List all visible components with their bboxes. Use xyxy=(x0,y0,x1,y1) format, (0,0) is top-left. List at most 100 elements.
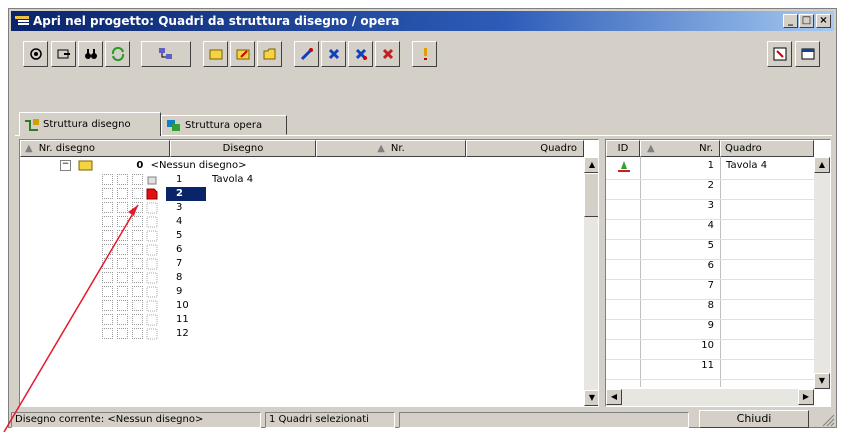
tree-row[interactable]: 11 xyxy=(20,313,580,327)
placeholder-box xyxy=(102,328,113,339)
right-horizontal-scrollbar[interactable]: ◀ ▶ xyxy=(606,389,814,406)
tree-row[interactable]: 3 xyxy=(20,201,580,215)
column-header-id[interactable]: ID xyxy=(606,140,640,157)
scroll-up-button[interactable]: ▲ xyxy=(584,157,598,173)
quadro-row[interactable]: 11 xyxy=(606,359,814,380)
quadro-row[interactable]: 7 xyxy=(606,279,814,300)
tab-struttura-disegno[interactable]: Struttura disegno xyxy=(19,112,161,136)
tree-row-nr: 8 xyxy=(176,272,183,283)
tab-label: Struttura opera xyxy=(185,119,263,131)
quadro-row[interactable]: 8 xyxy=(606,299,814,320)
tree-row-nr: 10 xyxy=(176,300,189,311)
tree-row[interactable]: 9 xyxy=(20,285,580,299)
placeholder-box xyxy=(102,216,113,227)
drawing-placeholder-icon xyxy=(146,258,158,270)
placeholder-box xyxy=(117,188,128,199)
toolbar-button-15[interactable] xyxy=(795,41,820,67)
tree-row[interactable]: 7 xyxy=(20,257,580,271)
tree-row[interactable]: 6 xyxy=(20,243,580,257)
status-empty xyxy=(399,412,689,428)
scroll-right-button[interactable]: ▶ xyxy=(798,389,814,405)
toolbar-button-8[interactable] xyxy=(257,41,282,67)
column-header-nr[interactable]: ▲ Nr. xyxy=(640,140,720,157)
toolbar-button-12[interactable] xyxy=(375,41,400,67)
left-vertical-scrollbar[interactable]: ▲ ▼ xyxy=(584,157,598,406)
resize-grip-icon[interactable] xyxy=(821,413,835,427)
column-header-nr-disegno[interactable]: ▲ Nr. disegno xyxy=(20,140,170,157)
toolbar-button-13[interactable] xyxy=(412,41,437,67)
toolbar-button-14[interactable] xyxy=(767,41,792,67)
placeholder-box xyxy=(117,174,128,185)
tree-row[interactable]: 10 xyxy=(20,299,580,313)
toolbar-button-5[interactable] xyxy=(141,41,191,67)
minimize-button[interactable]: _ xyxy=(783,14,798,28)
placeholder-box xyxy=(132,188,143,199)
toolbar-button-10[interactable] xyxy=(321,41,346,67)
quadro-row[interactable]: 5 xyxy=(606,239,814,260)
drawing-placeholder-icon xyxy=(146,286,158,298)
close-button[interactable]: Chiudi xyxy=(699,410,809,428)
binoculars-icon xyxy=(84,49,97,59)
tree-root-row[interactable]: − 0 <Nessun disegno> xyxy=(60,159,247,173)
toolbar-button-1[interactable] xyxy=(23,41,48,67)
toolbar-button-11[interactable] xyxy=(348,41,373,67)
toolbar-button-4[interactable] xyxy=(105,41,130,67)
status-current-drawing: Disegno corrente: <Nessun disegno> xyxy=(11,412,261,428)
refresh-icon xyxy=(111,46,124,62)
drawing-placeholder-icon xyxy=(146,216,158,228)
toolbar-button-3[interactable] xyxy=(78,41,103,67)
right-vertical-scrollbar[interactable]: ▲ ▼ xyxy=(814,157,830,389)
quadro-row-nr: 7 xyxy=(707,280,714,291)
quadro-row[interactable]: 10 xyxy=(606,339,814,360)
tree-row-nr: 11 xyxy=(176,314,189,325)
tree-row[interactable]: 4 xyxy=(20,215,580,229)
quadro-row[interactable]: 1 Tavola 4 xyxy=(606,159,814,180)
tree-row[interactable]: 5 xyxy=(20,229,580,243)
tree-row[interactable]: 12 xyxy=(20,327,580,341)
window-icon xyxy=(801,48,814,60)
app-icon xyxy=(15,16,29,25)
column-header-quadro[interactable]: Quadro xyxy=(466,140,584,157)
close-window-button[interactable]: × xyxy=(816,14,831,28)
column-header-disegno[interactable]: Disegno xyxy=(170,140,316,157)
collapse-icon[interactable]: − xyxy=(60,159,71,171)
structure-icon xyxy=(159,48,172,59)
tree-row-nr: 4 xyxy=(176,216,183,227)
quadro-row[interactable]: 3 xyxy=(606,199,814,220)
open-settings-icon xyxy=(29,48,42,60)
placeholder-box xyxy=(102,272,113,283)
tree-row[interactable]: 1 Tavola 4 xyxy=(20,173,580,187)
toolbar-button-9[interactable] xyxy=(294,41,319,67)
tree-row[interactable]: 8 xyxy=(20,271,580,285)
tab-struttura-opera[interactable]: Struttura opera xyxy=(161,115,287,135)
toolbar-button-7[interactable] xyxy=(230,41,255,67)
quadro-row-nr: 5 xyxy=(707,240,714,251)
quadro-row[interactable]: 9 xyxy=(606,319,814,340)
column-header-nr[interactable]: ▲ Nr. xyxy=(316,140,466,157)
tree-row[interactable]: 2 xyxy=(20,187,580,201)
scroll-down-button[interactable]: ▼ xyxy=(814,373,830,389)
root-nr: 0 xyxy=(136,160,144,171)
quadro-row[interactable]: 2 xyxy=(606,179,814,200)
quadro-row[interactable]: 6 xyxy=(606,259,814,280)
star-blue-2-icon xyxy=(355,48,367,60)
dialog-window: Apri nel progetto: Quadri da struttura d… xyxy=(8,8,837,428)
placeholder-box xyxy=(117,244,128,255)
quadro-row[interactable]: 4 xyxy=(606,219,814,240)
scroll-left-button[interactable]: ◀ xyxy=(606,389,622,405)
drawing-tree-panel: ▲ Nr. disegno Disegno ▲ Nr. Quadro − 0 <Ne… xyxy=(19,139,599,407)
placeholder-box xyxy=(102,244,113,255)
scroll-thumb[interactable] xyxy=(584,173,598,217)
placeholder-box xyxy=(102,286,113,297)
drawing-placeholder-icon xyxy=(146,202,158,214)
placeholder-box xyxy=(132,258,143,269)
scroll-down-button[interactable]: ▼ xyxy=(584,390,598,406)
folder-edit-icon xyxy=(236,49,249,60)
restore-button[interactable]: □ xyxy=(799,14,814,28)
column-header-quadro[interactable]: Quadro xyxy=(720,140,814,157)
drawing-placeholder-icon xyxy=(146,300,158,312)
scroll-up-button[interactable]: ▲ xyxy=(814,157,830,173)
toolbar-button-2[interactable] xyxy=(51,41,76,67)
placeholder-box xyxy=(132,286,143,297)
toolbar-button-6[interactable] xyxy=(203,41,228,67)
